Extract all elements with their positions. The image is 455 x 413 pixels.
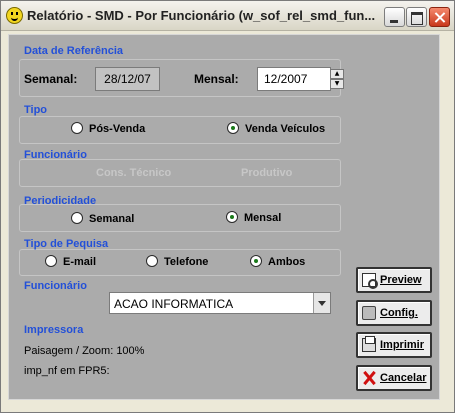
printer-label: Impressora — [24, 324, 84, 336]
search-radio-ambos[interactable] — [250, 255, 262, 267]
minimize-button[interactable] — [384, 7, 405, 27]
employee-option-produtivo: Produtivo — [241, 167, 293, 179]
employee-type-group — [19, 159, 341, 187]
chevron-down-icon[interactable] — [313, 293, 330, 313]
printer-name-text: imp_nf em FPR5: — [24, 365, 110, 377]
magnifier-page-icon — [362, 273, 378, 289]
type-radio-venda-veiculos[interactable] — [227, 122, 239, 134]
periodicity-label: Periodicidade — [24, 195, 97, 207]
spin-down-icon[interactable]: ▼ — [330, 79, 344, 89]
weekly-date-label: Semanal: — [24, 72, 78, 86]
search-type-label: Tipo de Pequisa — [24, 238, 109, 250]
periodicity-option-mensal: Mensal — [244, 212, 282, 224]
month-spinner[interactable]: ▲ ▼ — [330, 69, 344, 89]
cancel-button[interactable]: Cancelar — [356, 365, 432, 391]
type-option-pos-venda: Pós-Venda — [89, 123, 146, 135]
cancel-button-label: Cancelar — [380, 372, 427, 384]
reference-date-label: Data de Referência — [24, 45, 124, 57]
title-bar[interactable]: Relatório - SMD - Por Funcionário (w_sof… — [1, 1, 454, 31]
printer-zoom-text: Paisagem / Zoom: 100% — [24, 345, 145, 357]
employee-dropdown-value: ACAO INFORMATICA — [114, 297, 234, 311]
maximize-button[interactable] — [406, 7, 427, 27]
search-option-email: E-mail — [63, 256, 97, 268]
type-option-venda-veiculos: Venda Veículos — [245, 123, 326, 135]
window-title: Relatório - SMD - Por Funcionário (w_sof… — [27, 8, 376, 23]
employee-option-cons-tecnico: Cons. Técnico — [96, 167, 172, 179]
close-button[interactable] — [429, 7, 450, 27]
employee-type-label: Funcionário — [24, 149, 87, 161]
printer-config-icon — [362, 306, 376, 320]
preview-button-label: Preview — [380, 274, 422, 286]
employee-dropdown[interactable]: ACAO INFORMATICA — [109, 292, 331, 314]
monthly-date-label: Mensal: — [194, 72, 239, 86]
config-button[interactable]: Config. — [356, 300, 432, 326]
periodicity-radio-mensal[interactable] — [226, 211, 238, 223]
weekly-date-field: 28/12/07 — [95, 67, 160, 91]
red-x-icon — [362, 371, 376, 385]
search-radio-email[interactable] — [45, 255, 57, 267]
smiley-app-icon — [6, 7, 23, 24]
type-label: Tipo — [24, 104, 48, 116]
preview-button[interactable]: Preview — [356, 267, 432, 293]
employee-select-label: Funcionário — [24, 280, 87, 292]
print-button-label: Imprimir — [380, 339, 425, 351]
spin-up-icon[interactable]: ▲ — [330, 69, 344, 79]
report-window: Relatório - SMD - Por Funcionário (w_sof… — [0, 0, 455, 413]
periodicity-group — [19, 204, 341, 232]
print-button[interactable]: Imprimir — [356, 332, 432, 358]
search-option-telefone: Telefone — [164, 256, 209, 268]
printer-icon — [362, 336, 376, 352]
config-button-label: Config. — [380, 307, 418, 319]
search-radio-telefone[interactable] — [146, 255, 158, 267]
periodicity-option-semanal: Semanal — [89, 213, 135, 225]
monthly-date-input[interactable]: 12/2007 — [257, 67, 331, 91]
periodicity-radio-semanal[interactable] — [71, 212, 83, 224]
type-radio-pos-venda[interactable] — [71, 122, 83, 134]
search-option-ambos: Ambos — [268, 256, 306, 268]
